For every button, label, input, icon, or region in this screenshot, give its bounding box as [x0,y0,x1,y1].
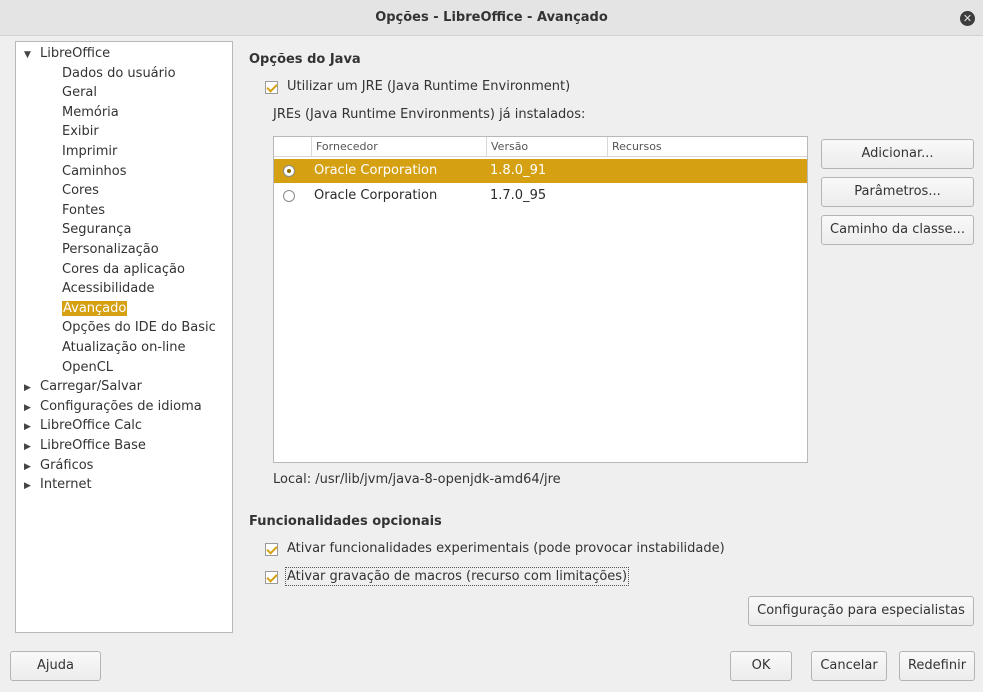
tree-item[interactable]: ▶ Carregar/Salvar [24,377,142,396]
tree-item-label: LibreOffice Base [40,438,146,453]
macro-recording-label[interactable]: Ativar gravação de macros (recurso com l… [284,567,630,586]
tree-item[interactable]: Dados do usuário [62,64,176,83]
jre-row[interactable]: Oracle Corporation 1.8.0_91 [274,159,807,183]
optional-section-title: Funcionalidades opcionais [249,514,442,529]
tree-item-label: Configurações de idioma [40,398,202,414]
help-button[interactable]: Ajuda [10,651,101,681]
collapsed-arrow-icon[interactable]: ▶ [24,379,40,398]
tree-item-label: LibreOffice [40,46,111,61]
tree-item-label: Carregar/Salvar [40,379,142,395]
tree-item-label: Caminhos [62,163,127,179]
experimental-checkbox[interactable] [265,543,278,556]
tree-item-label: Segurança [62,222,132,238]
tree-item-label: Exibir [62,124,99,140]
add-jre-button[interactable]: Adicionar... [821,139,974,169]
tree-item[interactable]: Fontes [62,201,105,220]
tree-item[interactable]: OpenCL [62,358,113,377]
tree-item[interactable]: Cores da aplicação [62,260,185,279]
tree-item-label: Fontes [62,202,106,218]
java-section-title: Opções do Java [249,52,361,67]
tree-item-label: LibreOffice Calc [40,418,143,434]
parameters-button[interactable]: Parâmetros... [821,177,974,207]
jre-row[interactable]: Oracle Corporation 1.7.0_95 [274,184,807,208]
jre-radio[interactable] [283,190,295,202]
tree-item[interactable]: ▶ LibreOffice Base [24,436,146,455]
jre-version: 1.8.0_91 [490,163,547,178]
tree-item-label: OpenCL [62,359,114,375]
column-header-vendor[interactable]: Fornecedor [312,137,487,157]
collapsed-arrow-icon[interactable]: ▶ [24,438,40,457]
tree-item-label: Memória [62,104,119,120]
use-jre-label[interactable]: Utilizar um JRE (Java Runtime Environmen… [287,79,570,94]
tree-item[interactable]: Avançado [62,299,128,318]
options-tree[interactable]: ▼ LibreOffice Dados do usuário Geral Memória… [15,41,233,633]
experimental-label[interactable]: Ativar funcionalidades experimentais (po… [287,541,725,556]
tree-item[interactable]: Atualização on-line [62,338,186,357]
cancel-button[interactable]: Cancelar [811,651,887,681]
tree-item-label: Opções do IDE do Basic [62,320,216,336]
tree-item[interactable]: ▶ Gráficos [24,456,93,475]
tree-item-label: Internet [40,477,92,493]
collapsed-arrow-icon[interactable]: ▶ [24,458,40,477]
expanded-arrow-icon[interactable]: ▼ [24,46,40,65]
jre-radio-selected[interactable] [283,165,295,177]
tree-item-label: Cores da aplicação [62,261,185,277]
tree-item[interactable]: ▶ Internet [24,475,92,494]
tree-item[interactable]: Exibir [62,122,99,141]
tree-item[interactable]: Geral [62,83,97,102]
tree-item[interactable]: ▼ LibreOffice [24,44,110,63]
column-header-version[interactable]: Versão [487,137,608,157]
installed-jres-label: JREs (Java Runtime Environments) já inst… [273,107,586,122]
tree-item-label: Avançado [62,300,128,316]
tree-item-label: Gráficos [40,457,94,473]
tree-item-label: Geral [62,85,97,101]
column-header-select [274,137,312,157]
tree-item[interactable]: Caminhos [62,162,127,181]
tree-item-label: Dados do usuário [62,65,176,81]
classpath-button[interactable]: Caminho da classe... [821,215,974,245]
tree-item[interactable]: Acessibilidade [62,279,155,298]
title-bar: Opções - LibreOffice - Avançado ✕ [0,0,983,36]
tree-item-label: Imprimir [62,144,118,159]
tree-item[interactable]: Memória [62,103,119,122]
jre-location: Local: /usr/lib/jvm/java-8-openjdk-amd64… [273,472,561,487]
tree-item-label: Personalização [62,242,159,257]
expert-config-button[interactable]: Configuração para especialistas [748,596,974,626]
collapsed-arrow-icon[interactable]: ▶ [24,418,40,437]
tree-item[interactable]: Opções do IDE do Basic [62,318,216,337]
jre-version: 1.7.0_95 [490,188,547,203]
tree-item-label: Acessibilidade [62,281,155,297]
macro-recording-checkbox[interactable] [265,571,278,584]
ok-button[interactable]: OK [730,651,792,681]
tree-item[interactable]: ▶ Configurações de idioma [24,397,202,416]
reset-button[interactable]: Redefinir [899,651,975,681]
column-header-features[interactable]: Recursos [608,137,807,157]
tree-item[interactable]: Segurança [62,220,131,239]
window-title: Opções - LibreOffice - Avançado [375,10,608,25]
tree-item[interactable]: Cores [62,181,99,200]
tree-item-label: Atualização on-line [62,340,186,355]
tree-item[interactable]: Personalização [62,240,159,259]
tree-item[interactable]: ▶ LibreOffice Calc [24,416,142,435]
tree-item[interactable]: Imprimir [62,142,117,161]
collapsed-arrow-icon[interactable]: ▶ [24,477,40,496]
collapsed-arrow-icon[interactable]: ▶ [24,399,40,418]
jre-table[interactable]: Fornecedor Versão Recursos Oracle Corpor… [273,136,808,463]
tree-item-label: Cores [62,183,99,199]
close-icon[interactable]: ✕ [960,11,975,26]
use-jre-checkbox[interactable] [265,81,278,94]
jre-vendor: Oracle Corporation [314,188,438,203]
jre-vendor: Oracle Corporation [314,163,438,178]
